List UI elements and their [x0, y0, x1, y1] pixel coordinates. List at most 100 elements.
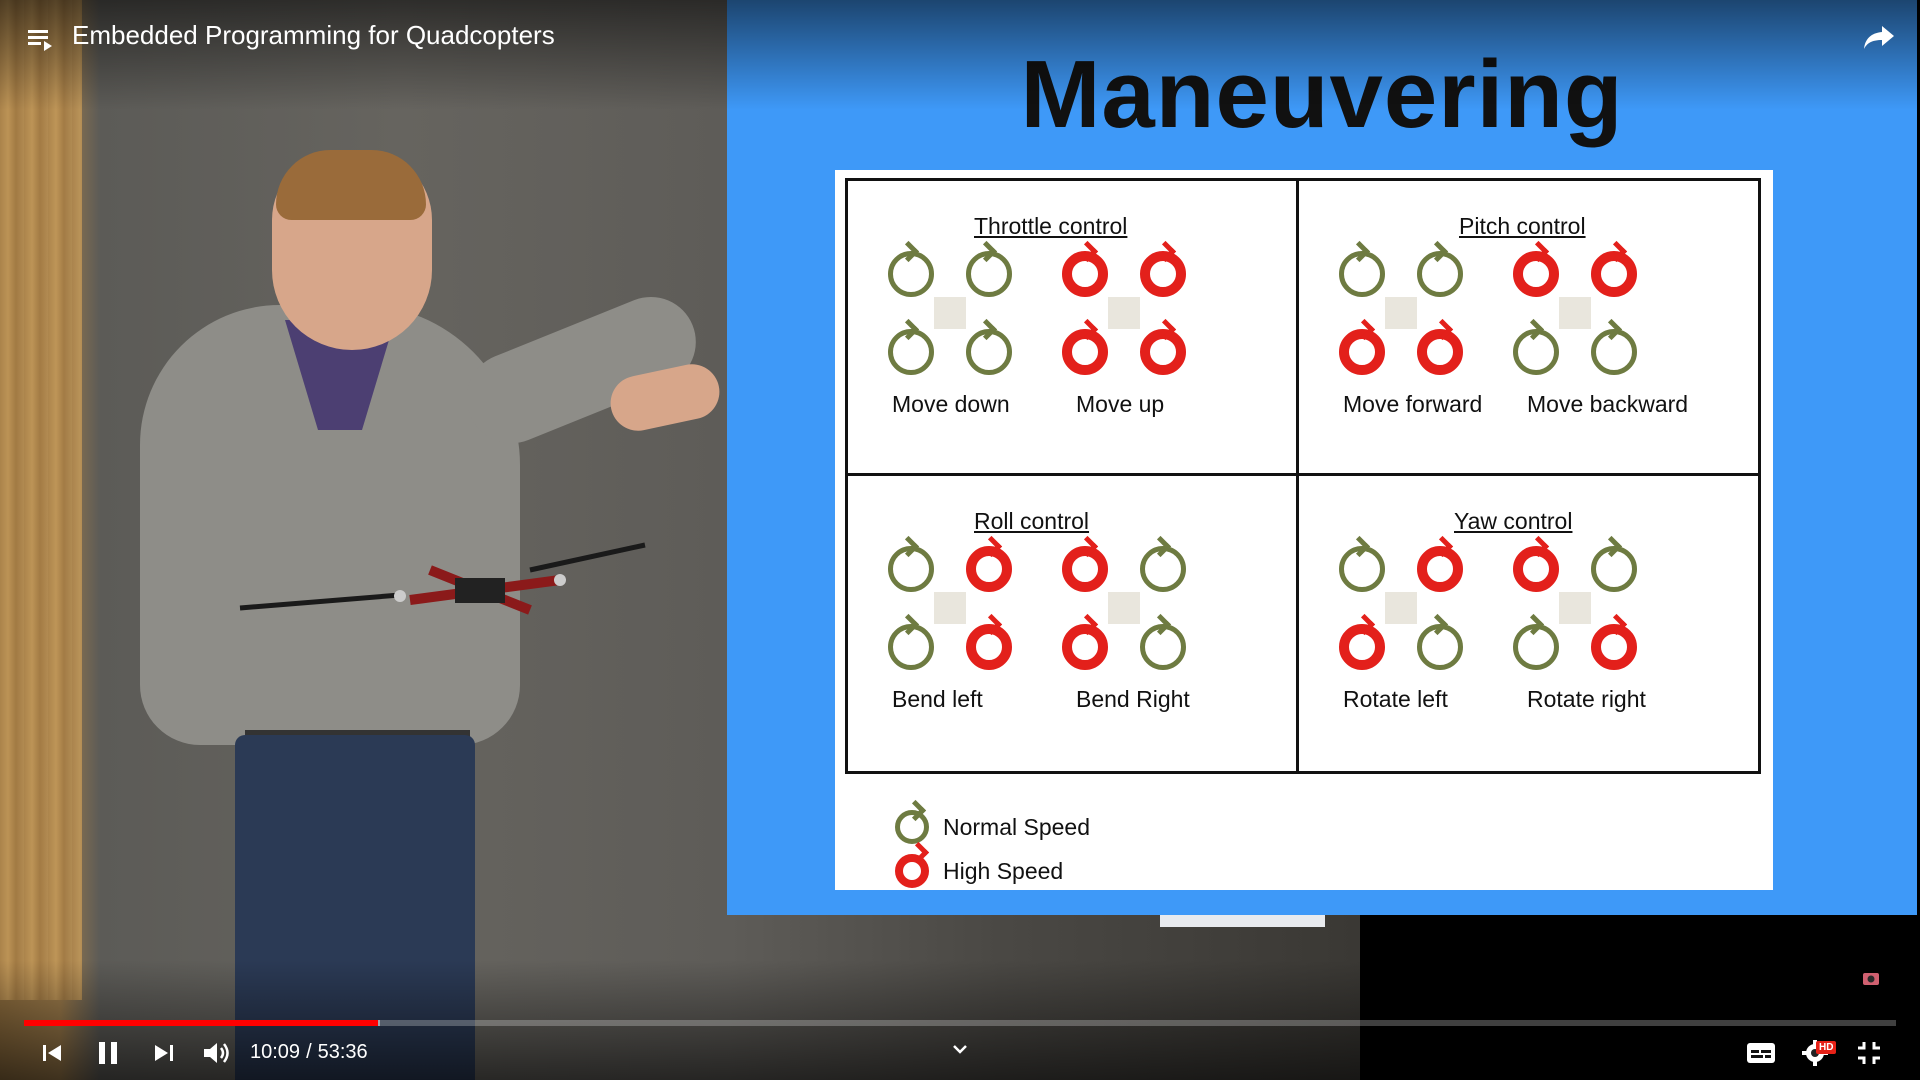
quadcopter-diagram	[1062, 546, 1186, 670]
normal-speed-rotor-icon	[888, 546, 934, 592]
share-icon[interactable]	[1862, 22, 1896, 52]
current-time: 10:09	[250, 1041, 301, 1063]
control-cell: Pitch control Move forward Move backward	[1299, 181, 1747, 473]
drone-frame	[1559, 592, 1591, 624]
high-speed-rotor-icon	[1513, 546, 1559, 592]
legend-label: High Speed	[943, 857, 1064, 884]
presentation-slide: Maneuvering Throttle controlMove downMov…	[727, 0, 1917, 915]
time-display: 10:09/53:36	[250, 1041, 368, 1064]
quadcopter-diagram	[888, 546, 1012, 670]
wood-wall	[0, 0, 82, 1000]
normal-speed-rotor-icon	[888, 329, 934, 375]
normal-speed-rotor-icon	[1140, 624, 1186, 670]
normal-speed-rotor-icon	[1591, 329, 1637, 375]
quadcopter-diagram	[1513, 251, 1637, 375]
control-cell: Roll control Bend left Bend Right	[848, 476, 1296, 768]
maneuver-label: Bend left	[892, 686, 983, 712]
video-player[interactable]: Maneuvering Throttle controlMove downMov…	[0, 0, 1920, 1080]
normal-speed-rotor-icon	[1513, 329, 1559, 375]
subtitles-icon	[1747, 1043, 1775, 1063]
quadcopter-image	[239, 542, 646, 615]
screen-edge	[1160, 915, 1325, 927]
quadcopter-diagram	[888, 251, 1012, 375]
hd-badge: HD	[1816, 1041, 1837, 1054]
high-speed-rotor-icon	[966, 624, 1012, 670]
high-speed-rotor-icon	[1140, 329, 1186, 375]
camera-icon	[1862, 970, 1880, 986]
total-time: 53:36	[317, 1041, 368, 1063]
high-speed-rotor-icon	[1339, 329, 1385, 375]
normal-speed-rotor-icon	[1339, 546, 1385, 592]
quadcopter-diagram	[1339, 546, 1463, 670]
high-speed-rotor-icon	[1140, 251, 1186, 297]
high-speed-rotor-icon	[966, 546, 1012, 592]
legend-item: High Speed	[895, 854, 1063, 888]
quadcopter-diagram	[1062, 251, 1186, 375]
progress-played	[24, 1020, 378, 1026]
progress-bar[interactable]	[24, 1020, 1896, 1026]
high-speed-rotor-icon	[1062, 624, 1108, 670]
exit-fullscreen-button[interactable]	[1852, 1036, 1886, 1070]
time-separator: /	[306, 1041, 312, 1063]
drone-frame	[934, 592, 966, 624]
drone-frame	[1108, 297, 1140, 329]
normal-speed-rotor-icon	[966, 251, 1012, 297]
control-cell-title: Throttle control	[974, 213, 1128, 239]
normal-speed-rotor-icon	[888, 251, 934, 297]
maneuver-label: Move backward	[1527, 391, 1689, 417]
volume-icon	[204, 1043, 229, 1063]
normal-speed-rotor-icon	[1513, 624, 1559, 670]
drone-frame	[1385, 592, 1417, 624]
maneuver-label: Rotate left	[1343, 686, 1448, 712]
volume-button[interactable]	[200, 1036, 234, 1070]
quadcopter-diagram	[1339, 251, 1463, 375]
drone-frame	[934, 297, 966, 329]
subtitles-button[interactable]	[1744, 1036, 1778, 1070]
high-speed-rotor-icon	[1417, 329, 1463, 375]
control-cell: Yaw control Rotate left Rotate right	[1299, 476, 1747, 768]
high-speed-rotor-icon	[895, 854, 929, 888]
high-speed-rotor-icon	[1513, 251, 1559, 297]
video-title[interactable]: Embedded Programming for Quadcopters	[72, 20, 555, 51]
high-speed-rotor-icon	[1591, 624, 1637, 670]
chevron-down-icon[interactable]	[952, 1042, 968, 1060]
control-cell-title: Yaw control	[1454, 508, 1573, 534]
maneuver-label: Move down	[892, 391, 1010, 417]
normal-speed-rotor-icon	[966, 329, 1012, 375]
previous-icon	[43, 1045, 61, 1061]
normal-speed-rotor-icon	[895, 810, 929, 844]
control-cell-title: Pitch control	[1459, 213, 1586, 239]
normal-speed-rotor-icon	[1417, 251, 1463, 297]
maneuver-label: Bend Right	[1076, 686, 1190, 712]
presenter-hair	[276, 150, 426, 220]
high-speed-rotor-icon	[1339, 624, 1385, 670]
normal-speed-rotor-icon	[1140, 546, 1186, 592]
high-speed-rotor-icon	[1417, 546, 1463, 592]
legend-label: Normal Speed	[943, 813, 1091, 840]
drone-frame	[1385, 297, 1417, 329]
control-grid: Throttle control Move down Move up Pitch co…	[845, 178, 1761, 774]
drone-frame	[1108, 592, 1140, 624]
exit-fullscreen-icon	[1858, 1042, 1880, 1064]
high-speed-rotor-icon	[1062, 251, 1108, 297]
high-speed-rotor-icon	[1062, 546, 1108, 592]
maneuver-label: Rotate right	[1527, 686, 1646, 712]
playlist-icon[interactable]	[26, 24, 56, 54]
normal-speed-rotor-icon	[1591, 546, 1637, 592]
next-button[interactable]	[150, 1036, 178, 1070]
top-gradient	[0, 0, 1920, 110]
previous-button[interactable]	[38, 1036, 66, 1070]
pause-icon	[99, 1042, 117, 1064]
normal-speed-rotor-icon	[1339, 251, 1385, 297]
high-speed-rotor-icon	[1591, 251, 1637, 297]
maneuver-label: Move up	[1076, 391, 1165, 417]
quadcopter-diagram	[1513, 546, 1637, 670]
drone-frame	[1559, 297, 1591, 329]
maneuvering-diagram: Throttle control Move down Move up Pitch co…	[835, 170, 1773, 890]
control-cell-title: Roll control	[974, 508, 1090, 534]
maneuver-label: Move forward	[1343, 391, 1483, 417]
pause-button[interactable]	[94, 1036, 122, 1070]
normal-speed-rotor-icon	[888, 624, 934, 670]
next-icon	[155, 1045, 173, 1061]
high-speed-rotor-icon	[1062, 329, 1108, 375]
